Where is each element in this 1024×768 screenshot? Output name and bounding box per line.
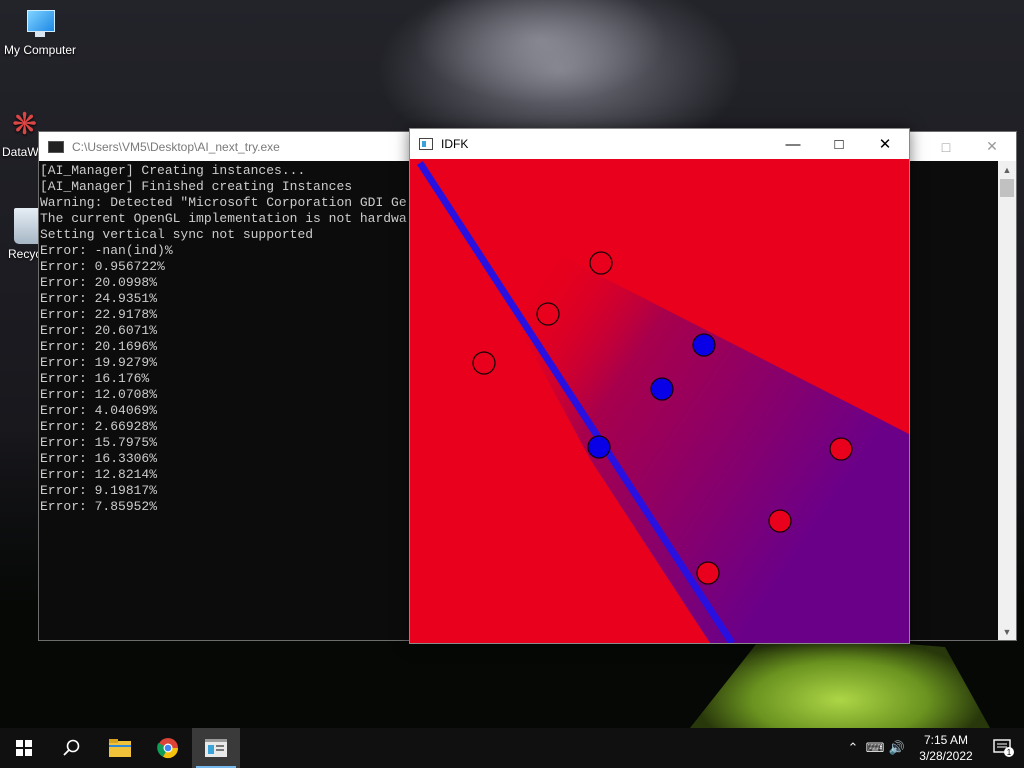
action-center-button[interactable]: 1 [984,728,1024,768]
red-data-point [829,437,853,461]
start-icon [16,740,32,756]
console-title: C:\Users\VM5\Desktop\AI_next_try.exe [72,139,280,154]
close-icon[interactable]: ✕ [969,132,1015,161]
search-button[interactable] [48,728,96,768]
red-data-point [589,251,613,275]
red-data-point [536,302,560,326]
idfk-window[interactable]: IDFK — □ ✕ [409,128,910,644]
clock-date: 3/28/2022 [919,749,973,763]
network-status-icon[interactable]: ⌨ [864,740,886,756]
file-explorer-icon [109,739,131,757]
idfk-app-icon [419,138,433,150]
minimize-icon[interactable]: — [770,129,816,159]
app-window-icon [205,739,227,757]
idfk-canvas[interactable] [410,159,909,643]
volume-icon[interactable]: 🔊 [886,740,908,756]
desktop-icon-label: My Computer [3,43,77,57]
start-button[interactable] [0,728,48,768]
clock[interactable]: 7:15 AM 3/28/2022 [908,732,984,764]
red-data-point [696,561,720,585]
chrome-button[interactable] [144,728,192,768]
red-data-point [472,351,496,375]
desktop-icon-label: Recyc [8,247,42,261]
system-tray: ⌃ ⌨ 🔊 7:15 AM 3/28/2022 1 [842,728,1024,768]
taskbar: ⌃ ⌨ 🔊 7:15 AM 3/28/2022 1 [0,728,1024,768]
computer-icon [23,10,57,40]
desktop-icon-my-computer[interactable]: My Computer [0,10,80,57]
notification-icon: 1 [993,739,1014,757]
scroll-down-icon[interactable]: ▼ [998,623,1016,640]
notification-count: 1 [1007,748,1012,757]
red-data-point [768,509,792,533]
scrollbar-thumb[interactable] [1000,179,1014,197]
clock-time: 7:15 AM [923,733,969,747]
idfk-title: IDFK [441,137,469,151]
app-window-button[interactable] [192,728,240,768]
console-app-icon [48,140,64,153]
blue-data-point [692,333,716,357]
desktop-icon-label: DataW [2,145,39,159]
maximize-icon[interactable]: □ [923,132,969,161]
blue-data-point [650,377,674,401]
file-explorer-button[interactable] [96,728,144,768]
console-scrollbar[interactable]: ▲ ▼ [998,161,1016,640]
search-icon [63,739,80,756]
idfk-titlebar[interactable]: IDFK — □ ✕ [410,129,909,159]
chevron-up-icon[interactable]: ⌃ [842,740,864,756]
blue-data-point [587,435,611,459]
scroll-up-icon[interactable]: ▲ [998,161,1016,178]
chrome-icon [157,738,179,759]
close-icon[interactable]: ✕ [862,129,908,159]
maximize-icon[interactable]: □ [816,129,862,159]
